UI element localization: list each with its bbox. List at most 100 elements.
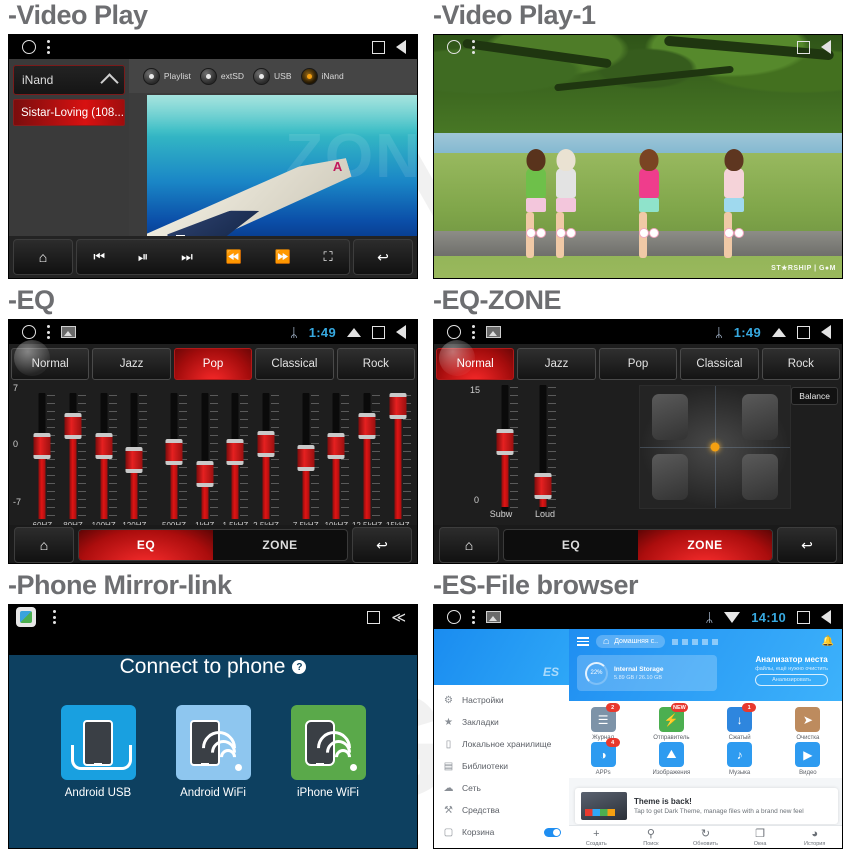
source-option-playlist[interactable]: Playlist [142, 67, 191, 85]
video-surface[interactable]: ZON A 0:01 3:38 [146, 95, 417, 253]
sidebar-item-recycle-bin[interactable]: ▢ Корзина [434, 821, 569, 843]
subwoofer-slider[interactable] [492, 385, 518, 511]
back-button[interactable]: ↩ [777, 527, 837, 563]
eq-slider-10khz[interactable] [321, 393, 352, 519]
app-tile-apps[interactable]: ◑ 4 APPs [569, 738, 637, 776]
eq-slider-1-5khz[interactable] [220, 393, 251, 519]
eq-preset-classical[interactable]: Classical [680, 348, 759, 380]
bottom-tab-create[interactable]: + Создать [569, 829, 624, 848]
home-button[interactable]: ⌂ [14, 527, 74, 563]
analyze-button[interactable]: Анализировать [755, 674, 828, 686]
slider-thumb[interactable] [95, 433, 113, 459]
app-tile-cleaner[interactable]: ➤ Очистка [774, 707, 842, 741]
overflow-menu-icon[interactable] [472, 610, 475, 624]
eq-slider-120hz[interactable] [119, 393, 150, 519]
tab-eq[interactable]: EQ [79, 530, 213, 560]
slider-thumb[interactable] [226, 439, 244, 465]
play-pause-button[interactable]: ⏯ [138, 249, 148, 265]
balance-position-dot[interactable] [710, 442, 720, 452]
eq-preset-normal[interactable]: Normal [436, 348, 515, 380]
back-triangle-icon[interactable] [396, 325, 406, 339]
eq-preset-classical[interactable]: Classical [255, 348, 334, 380]
sidebar-item-tools[interactable]: ⚒ Средства [434, 799, 569, 821]
recents-square-icon[interactable] [372, 40, 385, 54]
back-button[interactable]: ↩ [352, 527, 412, 563]
back-triangle-icon[interactable] [821, 325, 831, 339]
tab-zone[interactable]: ZONE [213, 530, 347, 560]
recents-square-icon[interactable] [797, 325, 810, 339]
eq-slider-80hz[interactable] [58, 393, 89, 519]
eject-icon[interactable] [347, 327, 361, 337]
screenshot-icon[interactable] [61, 326, 76, 338]
eq-slider-500hz[interactable] [159, 393, 190, 519]
tile-iphone-wifi[interactable]: iPhone WiFi [290, 705, 366, 799]
eq-preset-jazz[interactable]: Jazz [92, 348, 171, 380]
home-circle-icon[interactable] [447, 40, 461, 54]
recents-square-icon[interactable] [797, 610, 810, 624]
sidebar-item-libraries[interactable]: ▤ Библиотеки [434, 755, 569, 777]
home-circle-icon[interactable] [447, 610, 461, 624]
eq-slider-60hz[interactable] [27, 393, 58, 519]
home-button[interactable]: ⌂ [439, 527, 499, 563]
source-option-extsd[interactable]: extSD [199, 67, 244, 85]
help-icon[interactable]: ? [292, 660, 307, 674]
eq-preset-rock[interactable]: Rock [761, 348, 841, 380]
hamburger-menu-icon[interactable] [577, 637, 589, 646]
overflow-menu-icon[interactable] [472, 325, 475, 339]
recents-square-icon[interactable] [372, 325, 385, 339]
app-logo-icon[interactable] [16, 607, 36, 627]
promo-banner[interactable]: Theme is back! Tap to get Dark Theme, ma… [575, 788, 838, 824]
recycle-bin-toggle[interactable] [544, 827, 561, 837]
slider-thumb[interactable] [64, 413, 82, 439]
bottom-tab-refresh[interactable]: ↻ Обновить [678, 829, 733, 848]
balance-pad[interactable] [639, 385, 791, 509]
fullscreen-video-surface[interactable]: ST★RSHIP | G●M [434, 35, 842, 278]
eq-slider-2-5khz[interactable] [251, 393, 282, 519]
eq-slider-15khz[interactable] [382, 393, 413, 519]
recents-square-icon[interactable] [367, 610, 381, 624]
app-tile-music[interactable]: ♪ Музыка [706, 742, 774, 776]
fullscreen-button[interactable]: ⛶ [323, 249, 332, 265]
notification-bell-icon[interactable]: 🔔 [822, 636, 834, 647]
rewind-button[interactable]: ⏪ [226, 249, 242, 265]
overflow-menu-icon[interactable] [472, 40, 475, 54]
loudness-slider[interactable] [530, 385, 556, 511]
app-tile-sender[interactable]: ⚡ NEW Отправитель [637, 703, 705, 741]
fast-forward-button[interactable]: ⏩ [275, 249, 291, 265]
overflow-menu-icon[interactable] [47, 40, 50, 54]
eq-preset-pop[interactable]: Pop [598, 348, 678, 380]
mute-icon[interactable]: ≪ [391, 610, 406, 624]
app-tile-video[interactable]: ▶ Видео [774, 742, 842, 776]
eq-slider-1khz[interactable] [189, 393, 220, 519]
back-button[interactable]: ↩ [353, 239, 413, 275]
slider-thumb[interactable] [389, 393, 407, 419]
screenshot-icon[interactable] [486, 611, 501, 623]
sidebar-item-network[interactable]: ☁ Сеть [434, 777, 569, 799]
slider-thumb[interactable] [496, 429, 514, 455]
slider-thumb[interactable] [297, 445, 315, 471]
recents-square-icon[interactable] [797, 40, 810, 54]
source-option-usb[interactable]: USB [253, 67, 292, 85]
sidebar-item-bookmarks[interactable]: ★ Закладки [434, 711, 569, 733]
storage-card[interactable]: 22% Internal Storage 5.89 GB / 26.10 GB [577, 655, 717, 691]
source-option-inand[interactable]: iNand [300, 67, 344, 85]
eq-preset-normal[interactable]: Normal [11, 348, 90, 380]
bottom-tab-windows[interactable]: ❐ Окна [733, 829, 788, 848]
slider-thumb[interactable] [358, 413, 376, 439]
app-tile-images[interactable]: ⛰ Изображения [637, 742, 705, 776]
slider-thumb[interactable] [534, 473, 552, 499]
storage-dropdown[interactable]: iNand [13, 65, 125, 95]
eq-slider-12-5khz[interactable] [352, 393, 383, 519]
tile-android-usb[interactable]: Android USB [60, 705, 136, 799]
eject-icon[interactable] [772, 327, 786, 337]
prev-track-button[interactable]: ⏮ [93, 249, 105, 265]
app-tile-compressed[interactable]: ↓ 1 Сжатый [706, 703, 774, 741]
slider-thumb[interactable] [257, 431, 275, 457]
screenshot-icon[interactable] [486, 326, 501, 338]
slider-thumb[interactable] [327, 433, 345, 459]
overflow-menu-icon[interactable] [53, 610, 56, 624]
home-circle-icon[interactable] [22, 325, 36, 339]
eq-preset-pop[interactable]: Pop [173, 348, 253, 380]
bottom-tab-history[interactable]: ◕ История [787, 829, 842, 848]
list-item[interactable]: Sistar-Loving (108... [13, 99, 125, 126]
